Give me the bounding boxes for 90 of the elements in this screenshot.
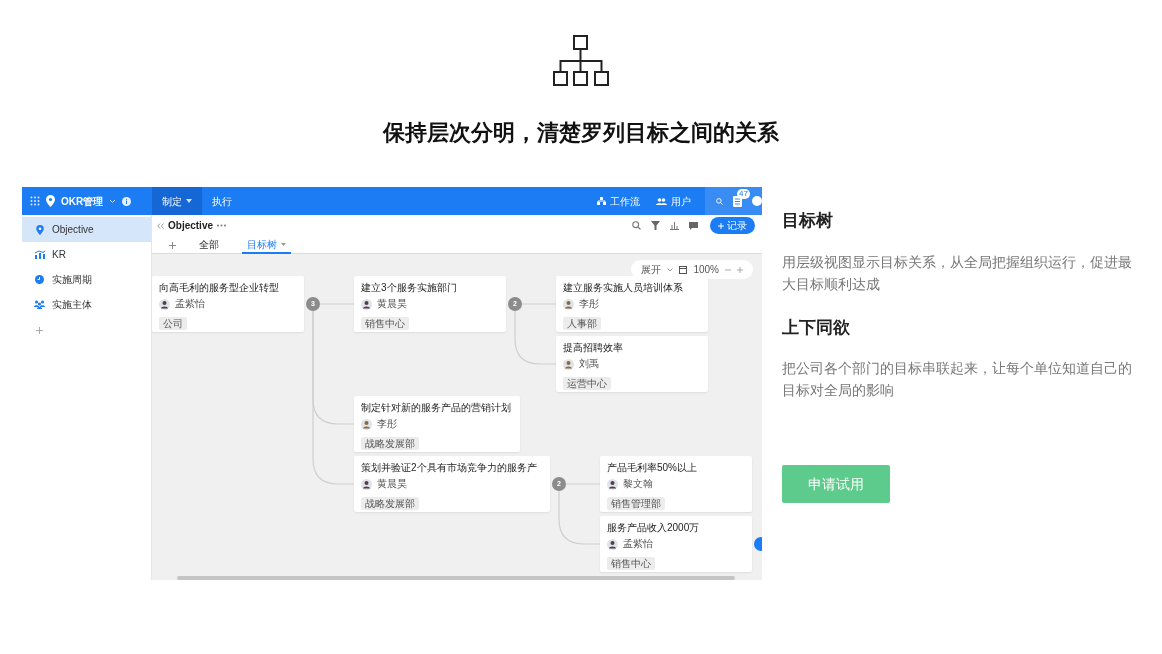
avatar-icon [361, 418, 372, 430]
owner-name: 黎文翰 [623, 478, 653, 490]
filter-icon[interactable] [651, 221, 660, 230]
info-icon[interactable] [122, 196, 132, 206]
expand-dropdown[interactable]: 展开 [641, 262, 662, 277]
notification-badge: 47 [737, 188, 750, 199]
department-tag: 销售管理部 [607, 497, 665, 510]
objective-title: 建立3个服务实施部门 [361, 281, 458, 294]
objective-title: 向高毛利的服务型企业转型 [159, 281, 280, 294]
view-title: Objective [168, 219, 214, 233]
caret-icon[interactable] [186, 199, 192, 203]
objective-title: 服务产品收入2000万 [607, 521, 701, 534]
horizontal-scrollbar[interactable] [177, 576, 735, 580]
owner-name: 孟紫怡 [175, 298, 205, 310]
objective-card[interactable]: 产品毛利率50%以上 黎文翰 销售管理部 [600, 456, 752, 512]
clock-icon [35, 275, 44, 284]
nav-link[interactable]: 用户 [656, 193, 691, 209]
feature-title: 目标树 [782, 210, 834, 232]
sidebar-item[interactable]: 实施主体 [22, 292, 151, 317]
app-name[interactable]: OKR管理 [61, 193, 104, 209]
department-tag: 战略发展部 [361, 497, 419, 510]
connector-line [514, 310, 557, 365]
zoom-in-icon[interactable] [737, 266, 743, 273]
objective-card[interactable]: 建立服务实施人员培训体系 李彤 人事部 [556, 276, 708, 332]
pin-icon [35, 224, 44, 235]
help-button[interactable] [752, 196, 762, 206]
view-tab[interactable]: 全部 [194, 236, 224, 254]
department-tag: 公司 [159, 317, 187, 330]
department-tag: 运营中心 [563, 377, 611, 390]
owner-name: 李彤 [377, 418, 397, 430]
feature-title: 上下同欲 [782, 316, 851, 339]
chart-icon [34, 250, 45, 259]
objective-card[interactable]: 服务产品收入2000万 孟紫怡 销售中心 [600, 516, 752, 572]
owner-name: 刘禹 [579, 358, 599, 370]
nav-link[interactable]: 工作流 [597, 193, 640, 209]
objective-title: 策划并验证2个具有市场竞争力的服务产 [361, 461, 538, 474]
org-chart-icon [553, 35, 609, 86]
avatar-icon [607, 478, 618, 490]
objective-title: 提高招聘效率 [563, 341, 624, 354]
objective-card[interactable]: 提高招聘效率 刘禹 运营中心 [556, 336, 708, 392]
objective-title: 产品毛利率50%以上 [607, 461, 698, 474]
search-icon[interactable] [632, 221, 641, 230]
connector-line [558, 490, 601, 545]
objective-card[interactable]: 建立3个服务实施部门 黄晨昊 销售中心 [354, 276, 506, 332]
avatar-icon [563, 298, 574, 310]
collapse-icon[interactable] [157, 222, 164, 229]
objective-title: 建立服务实施人员培训体系 [563, 281, 684, 294]
objective-card[interactable]: 向高毛利的服务型企业转型 孟紫怡 公司 [152, 276, 304, 332]
feature-description: 用层级视图显示目标关系，从全局把握组织运行，促进最大目标顺利达成 [782, 252, 1133, 294]
department-tag: 销售中心 [361, 317, 409, 330]
search-icon[interactable] [716, 196, 723, 206]
menu-item[interactable]: 执行 [202, 187, 242, 215]
org-chart-icon [597, 197, 606, 205]
department-tag: 战略发展部 [361, 437, 419, 450]
caret-icon[interactable] [667, 267, 674, 272]
avatar-icon [361, 298, 372, 310]
owner-name: 黄晨昊 [377, 478, 407, 490]
comment-icon[interactable] [689, 221, 698, 230]
objective-title: 制定针对新的服务产品的营销计划 [361, 401, 512, 414]
zoom-level: 100% [693, 263, 719, 277]
avatar-icon [563, 358, 574, 370]
objective-card[interactable]: 策划并验证2个具有市场竞争力的服务产 黄晨昊 战略发展部 [354, 456, 550, 512]
pin-icon [46, 195, 55, 207]
more-icon[interactable] [217, 224, 227, 227]
app-grid-icon[interactable] [30, 196, 40, 206]
team-icon [34, 300, 45, 309]
headline: 保持层次分明，清楚罗列目标之间的关系 [383, 119, 779, 147]
add-tab-icon[interactable] [169, 242, 176, 249]
bar-chart-icon[interactable] [670, 221, 679, 230]
sidebar-item[interactable]: 实施周期 [22, 267, 151, 292]
sidebar-item[interactable]: Objective [22, 217, 151, 242]
users-icon [656, 197, 667, 205]
sidebar-item[interactable]: KR [22, 242, 151, 267]
plus-icon [718, 222, 724, 229]
avatar-icon [607, 538, 618, 550]
objective-card[interactable]: 制定针对新的服务产品的营销计划 李彤 战略发展部 [354, 396, 520, 452]
department-tag: 销售中心 [607, 557, 655, 570]
owner-name: 孟紫怡 [623, 538, 653, 550]
fit-screen-icon[interactable] [679, 265, 688, 274]
menu-item[interactable]: 制定 [152, 187, 202, 215]
caret-icon[interactable] [281, 242, 286, 246]
add-icon[interactable] [36, 327, 43, 334]
department-tag: 人事部 [563, 317, 601, 330]
owner-name: 李彤 [579, 298, 599, 310]
avatar-icon [159, 298, 170, 310]
owner-name: 黄晨昊 [377, 298, 407, 310]
avatar-icon [361, 478, 372, 490]
document-icon[interactable] [733, 195, 742, 207]
add-record-button[interactable]: 记录 [710, 217, 755, 234]
feature-description: 把公司各个部门的目标串联起来，让每个单位知道自己的目标对全局的影响 [782, 359, 1133, 400]
